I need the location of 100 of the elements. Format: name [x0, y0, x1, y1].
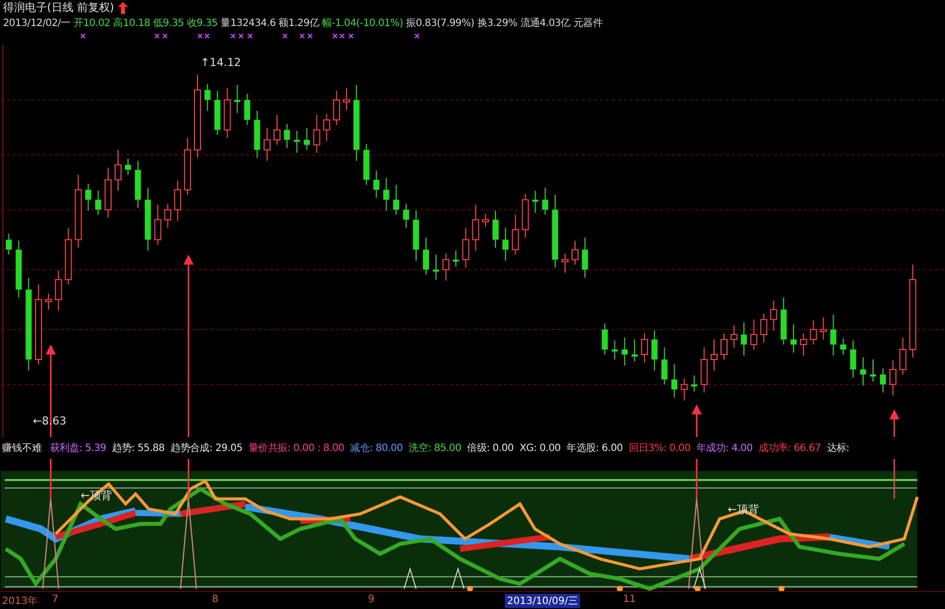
candle	[204, 83, 210, 112]
time-axis-label: 7	[52, 594, 58, 606]
candle	[343, 87, 350, 110]
candle	[472, 204, 480, 252]
candle	[492, 210, 498, 248]
candle	[363, 143, 370, 186]
time-axis-label: 8	[212, 594, 218, 606]
indicator-value: 年选股: 6.00	[566, 442, 623, 456]
candle	[870, 358, 876, 382]
candle	[710, 338, 718, 371]
candle	[671, 364, 678, 398]
candle	[612, 340, 618, 360]
candle	[45, 293, 52, 310]
candle	[562, 253, 569, 274]
candle	[720, 332, 728, 360]
candle	[820, 316, 827, 340]
candle	[393, 184, 400, 216]
candle	[254, 110, 260, 158]
candle	[582, 237, 588, 278]
indicator-value: XG: 0.00	[520, 442, 561, 454]
candle	[800, 332, 807, 356]
quote-field: 振0.83(7.99%)	[406, 16, 474, 30]
time-axis-label: 2013/10/09/三	[505, 594, 580, 608]
quote-field: 高10.18	[113, 16, 150, 30]
indicator-value: 趋势合成: 29.05	[170, 442, 242, 456]
high-price-label: ↑14.12	[200, 56, 242, 69]
indicator-value: 获利盘: 5.39	[50, 442, 106, 456]
candle	[114, 149, 122, 192]
candle	[184, 137, 192, 196]
candle	[294, 130, 300, 154]
candle	[482, 213, 490, 228]
candle	[889, 360, 896, 396]
indicator-value: 量价共振: 0.00 : 8.00	[248, 442, 344, 456]
candle	[770, 300, 778, 331]
candle	[452, 250, 459, 268]
candle	[462, 227, 470, 268]
candle	[790, 324, 797, 353]
candle	[422, 237, 429, 276]
candle	[85, 183, 92, 212]
candle	[730, 324, 738, 348]
indicator-value: 达标:	[826, 442, 850, 456]
candle	[273, 114, 280, 146]
quote-field: 额1.29亿	[278, 16, 320, 30]
candle	[840, 338, 846, 355]
candle	[651, 330, 658, 371]
arrow-up-icon	[183, 254, 194, 438]
time-axis-label: 11	[623, 594, 636, 606]
candle	[154, 204, 162, 246]
candle	[174, 180, 182, 222]
candle	[750, 318, 758, 350]
candle	[572, 240, 578, 266]
candle	[403, 203, 410, 228]
arrow-up-icon	[889, 409, 900, 438]
candle	[214, 90, 220, 136]
candle	[602, 322, 608, 355]
candle	[899, 336, 906, 375]
candle	[632, 338, 638, 362]
quote-field: 换3.29%	[477, 16, 518, 30]
candle	[442, 253, 450, 282]
quote-field: 2013/12/02/一	[3, 16, 70, 30]
candle	[830, 314, 836, 356]
candle	[16, 240, 22, 298]
candle	[164, 203, 172, 228]
candle	[134, 160, 141, 208]
indicator-title: 赚钱不难	[2, 442, 42, 456]
candle	[304, 127, 310, 150]
candle	[780, 297, 787, 345]
candle	[432, 254, 439, 280]
candle	[323, 113, 330, 142]
indicator-value: 减仓: 80.00	[350, 442, 403, 456]
indicator-value: 成功率: 66.67	[758, 442, 821, 456]
candle	[760, 312, 768, 343]
quote-field: 低9.35	[153, 16, 184, 30]
candle	[144, 187, 151, 252]
time-axis-label: 2013年	[2, 595, 38, 608]
candle	[880, 368, 886, 393]
candle	[234, 84, 240, 114]
candle	[661, 346, 668, 385]
indicator-value: 回日3%: 0.00	[628, 442, 690, 456]
quote-field: 幅-1.04(-10.01%)	[322, 16, 404, 30]
time-axis-label: 9	[368, 594, 374, 606]
candle	[622, 336, 628, 366]
arrow-up-icon	[692, 404, 702, 438]
candle	[680, 378, 688, 401]
candle	[850, 340, 856, 378]
candle	[700, 346, 708, 393]
indicator-value: 年成功: 4.00	[696, 442, 753, 456]
stock-title: 得润电子(日线 前复权)	[3, 0, 114, 15]
candle	[95, 190, 102, 216]
indicator-value: 倍级: 0.00	[467, 442, 514, 456]
candle	[542, 187, 548, 216]
candle	[104, 167, 112, 218]
candle	[413, 210, 420, 262]
candle	[532, 190, 538, 214]
quote-field: 量132434.6	[220, 16, 276, 30]
candle	[333, 90, 340, 126]
candle	[641, 332, 648, 363]
indicator-value: 趋势: 55.88	[112, 442, 165, 456]
candle	[810, 320, 817, 345]
quote-field: 开10.02	[73, 16, 110, 30]
